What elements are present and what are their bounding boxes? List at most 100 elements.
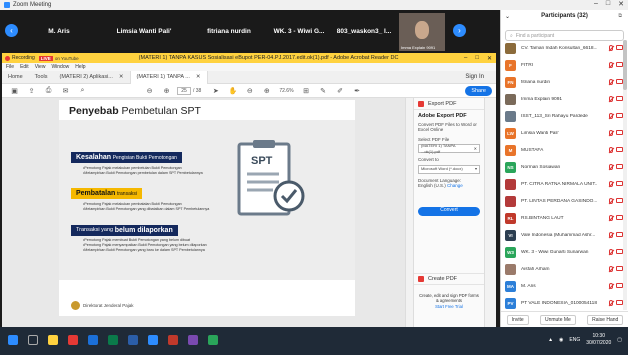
- popout-icon[interactable]: ⧉: [618, 13, 622, 19]
- raise-hand-button[interactable]: Raise Hand: [587, 314, 624, 325]
- bullet-item: Melampirkan Bukti Pemotongan pembetulan …: [83, 171, 226, 176]
- tab-document-materi-1[interactable]: (MATERI 1) TANPA ... ✕: [129, 70, 208, 84]
- chrome-icon[interactable]: [68, 335, 78, 345]
- participant-row[interactable]: F FITRI: [501, 57, 623, 74]
- volume-icon[interactable]: ◉: [559, 337, 563, 343]
- participant-row[interactable]: PT. CITRA RATNA NIRMALA UNIT...: [501, 176, 623, 193]
- participant-name: PT VALE INDONESIA_01000541180...: [521, 301, 597, 306]
- hand-tool-icon[interactable]: ✋: [228, 86, 237, 95]
- participant-row[interactable]: Aisfah Arham: [501, 261, 623, 278]
- tab-document-materi-2[interactable]: (MATERI 2) Aplikasi... ✕: [54, 71, 130, 84]
- document-scrollbar[interactable]: [405, 98, 413, 327]
- notification-icon[interactable]: ▢: [617, 337, 622, 343]
- zoom-out-icon[interactable]: ⊖: [245, 86, 254, 95]
- acrobat-taskbar-icon[interactable]: [168, 335, 178, 345]
- participant-row[interactable]: FN fitriana nurdin: [501, 74, 623, 91]
- video-tile[interactable]: M. Aris: [24, 14, 94, 49]
- collapse-chevron-icon[interactable]: ⌄: [505, 13, 510, 20]
- clock[interactable]: 10:30 30/07/2020: [586, 333, 611, 347]
- invite-button[interactable]: Invite: [506, 314, 529, 325]
- participant-row[interactable]: W3 WK. 3 - Wiwi Gunarti Sunarwan: [501, 244, 623, 261]
- edge-icon[interactable]: [88, 335, 98, 345]
- minimize-icon[interactable]: –: [594, 0, 598, 8]
- sign-icon[interactable]: ✒: [353, 86, 362, 95]
- unmute-me-button[interactable]: Unmute Me: [539, 314, 576, 325]
- word-icon[interactable]: [128, 335, 138, 345]
- menu-help[interactable]: Help: [75, 64, 85, 70]
- participant-row[interactable]: MA M. Aris: [501, 278, 623, 295]
- menu-window[interactable]: Window: [51, 64, 69, 70]
- app-icon[interactable]: [208, 335, 218, 345]
- upload-icon[interactable]: ⇪: [27, 86, 36, 95]
- participant-row[interactable]: M MUSTAFA: [501, 142, 623, 159]
- page-number-input[interactable]: 25: [177, 86, 191, 95]
- tab-close-icon[interactable]: ✕: [119, 74, 124, 80]
- participant-row[interactable]: LW Limsia Wanti Pali': [501, 125, 623, 142]
- export-pdf-header[interactable]: Export PDF: [414, 98, 484, 110]
- active-camera-tile[interactable]: Imma Explain 9091: [399, 13, 445, 51]
- participant-face: [415, 21, 429, 39]
- save-icon[interactable]: ▣: [10, 86, 19, 95]
- tab-close-icon[interactable]: ✕: [196, 74, 201, 80]
- participant-row[interactable]: ISST_113_Sri Rahayu Pardede: [501, 108, 623, 125]
- zoom-taskbar-icon[interactable]: [148, 335, 158, 345]
- create-pdf-tool[interactable]: Create PDF: [414, 273, 484, 285]
- change-language-link[interactable]: Change: [447, 183, 463, 188]
- network-icon[interactable]: ▲: [548, 337, 553, 343]
- file-explorer-icon[interactable]: [48, 335, 58, 345]
- file-select[interactable]: (MATERI 1) TANPA ...ok(1).pdf ✕: [418, 143, 480, 154]
- video-tile[interactable]: 803_waskon3_ I...: [333, 14, 395, 49]
- zoom-level-select[interactable]: 72.6%: [279, 88, 293, 94]
- chevron-down-icon: ▾: [474, 166, 477, 172]
- excel-icon[interactable]: [108, 335, 118, 345]
- highlight-icon[interactable]: ✐: [336, 86, 345, 95]
- menu-edit[interactable]: Edit: [20, 64, 29, 70]
- acrobat-maximize-icon[interactable]: □: [475, 55, 479, 62]
- print-icon[interactable]: ⎙: [44, 86, 53, 95]
- tab-tools[interactable]: Tools: [29, 71, 54, 84]
- email-icon[interactable]: ✉: [61, 86, 70, 95]
- menu-file[interactable]: File: [6, 64, 14, 70]
- participant-row[interactable]: NS Norman Sosiawan: [501, 159, 623, 176]
- next-page-icon[interactable]: ⊕: [162, 86, 171, 95]
- participant-row[interactable]: RL RS.BINTANG LAUT: [501, 210, 623, 227]
- participant-name: Aisfah Arham: [521, 267, 550, 272]
- comment-icon[interactable]: ✎: [319, 86, 328, 95]
- participant-row[interactable]: CV. Taman Indah Konsultan_6618...: [501, 40, 623, 57]
- acrobat-minimize-icon[interactable]: –: [464, 55, 467, 62]
- app-icon[interactable]: [188, 335, 198, 345]
- free-trial-link[interactable]: Start Free Trial: [418, 304, 480, 309]
- previous-video-arrow-icon[interactable]: ‹: [5, 24, 18, 37]
- close-icon[interactable]: ✕: [618, 0, 624, 8]
- convert-button[interactable]: Convert: [418, 206, 480, 216]
- participants-footer: Invite Unmute Me Raise Hand: [501, 311, 628, 327]
- fit-page-icon[interactable]: ⊞: [302, 86, 311, 95]
- document-area[interactable]: Penyebab Pembetulan SPT Kesalahan Pengis…: [2, 98, 405, 327]
- maximize-icon[interactable]: □: [606, 0, 610, 8]
- participant-row[interactable]: VI Vale Indonesia (Muhammad Ashr...: [501, 227, 623, 244]
- search-icon[interactable]: ⌕: [78, 86, 87, 95]
- participant-scrollbar[interactable]: [623, 40, 627, 310]
- format-select[interactable]: Microsoft Word (*.docx) ▾: [418, 164, 480, 174]
- tab-home[interactable]: Home: [2, 71, 29, 84]
- video-tile[interactable]: Limsia Wanti Pali': [96, 14, 192, 49]
- scroll-thumb[interactable]: [623, 40, 627, 90]
- start-button-icon[interactable]: [8, 335, 18, 345]
- share-button[interactable]: Share: [465, 86, 492, 96]
- zoom-in-icon[interactable]: ⊕: [262, 86, 271, 95]
- sign-in-link[interactable]: Sign In: [465, 74, 484, 80]
- file-remove-icon[interactable]: ✕: [474, 146, 477, 152]
- menu-view[interactable]: View: [35, 64, 46, 70]
- video-tile[interactable]: fitriana nurdin: [193, 14, 265, 49]
- muted-mic-icon: [609, 96, 613, 102]
- participant-row[interactable]: PV PT VALE INDONESIA_01000541180...: [501, 295, 623, 312]
- next-video-arrow-icon[interactable]: ›: [453, 24, 466, 37]
- search-taskbar-icon[interactable]: [28, 335, 38, 345]
- acrobat-close-icon[interactable]: ✕: [487, 55, 492, 62]
- previous-page-icon[interactable]: ⊖: [145, 86, 154, 95]
- video-tile[interactable]: WK. 3 - Wiwi G...: [266, 14, 332, 49]
- participant-row[interactable]: PT. LINTAS PERDANA GASINDO...: [501, 193, 623, 210]
- language-indicator[interactable]: ENG: [569, 337, 580, 343]
- select-cursor-icon[interactable]: ➤: [211, 86, 220, 95]
- participant-row[interactable]: Imma Explain 9091: [501, 91, 623, 108]
